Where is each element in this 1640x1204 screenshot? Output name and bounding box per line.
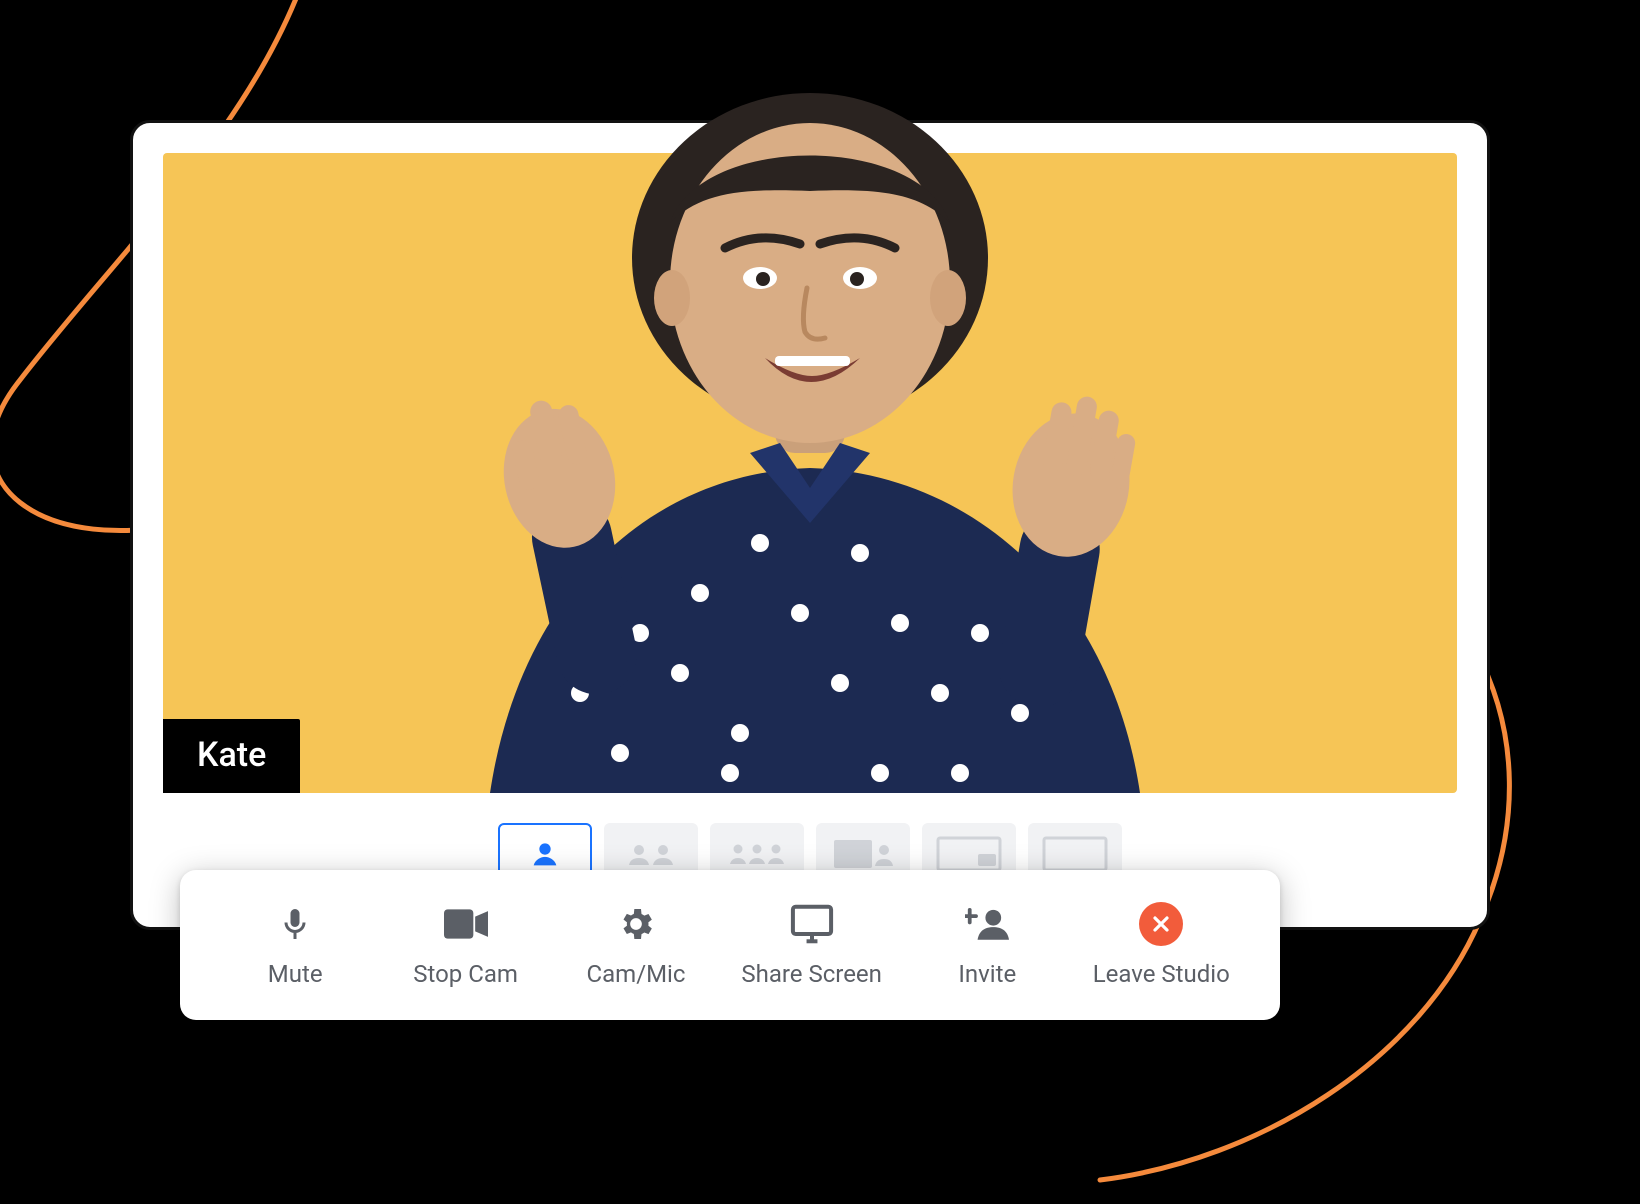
control-bar: Mute Stop Cam Cam/Mic Share Screen Invit… xyxy=(180,870,1280,1020)
stop-cam-button[interactable]: Stop Cam xyxy=(401,902,531,988)
camera-icon xyxy=(444,902,488,946)
share-screen-label: Share Screen xyxy=(741,960,882,988)
participant-name: Kate xyxy=(197,735,266,775)
presenter-video xyxy=(320,73,1300,793)
close-icon xyxy=(1139,902,1183,946)
cam-mic-button[interactable]: Cam/Mic xyxy=(571,902,701,988)
video-stage: Kate xyxy=(163,153,1457,793)
participant-name-tag: Kate xyxy=(163,719,300,793)
studio-window: Kate xyxy=(130,120,1490,930)
mute-button[interactable]: Mute xyxy=(230,902,360,988)
mic-icon xyxy=(273,902,317,946)
screen-share-icon xyxy=(790,902,834,946)
leave-studio-button[interactable]: Leave Studio xyxy=(1093,902,1230,988)
invite-label: Invite xyxy=(958,960,1016,988)
share-screen-button[interactable]: Share Screen xyxy=(741,902,882,988)
mute-label: Mute xyxy=(268,960,323,988)
leave-label: Leave Studio xyxy=(1093,960,1230,988)
cam-mic-label: Cam/Mic xyxy=(586,960,685,988)
invite-icon xyxy=(965,902,1009,946)
gear-icon xyxy=(614,902,658,946)
invite-button[interactable]: Invite xyxy=(922,902,1052,988)
stop-cam-label: Stop Cam xyxy=(413,960,518,988)
